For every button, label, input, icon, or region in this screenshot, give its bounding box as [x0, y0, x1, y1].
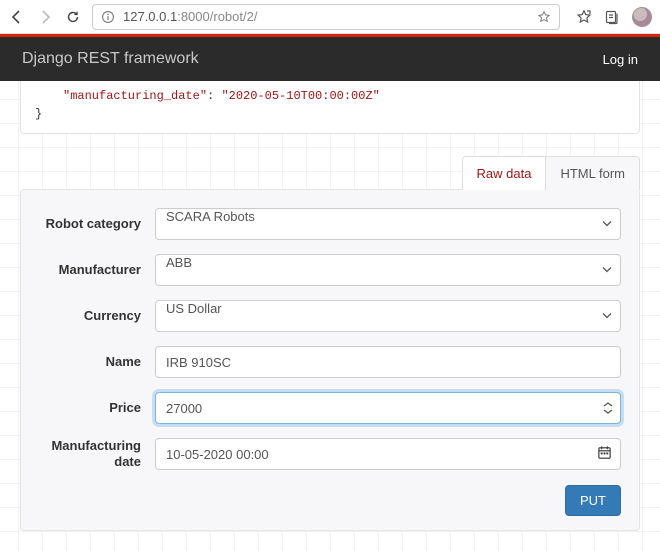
select-currency[interactable]: US Dollar: [155, 300, 621, 332]
profile-avatar[interactable]: [632, 7, 652, 27]
reload-button[interactable]: [64, 8, 82, 26]
response-json-panel: "manufacturing_date": "2020-05-10T00:00:…: [20, 81, 640, 134]
select-robot-category[interactable]: SCARA Robots: [155, 208, 621, 240]
browser-right-icons: [570, 7, 652, 27]
json-line: "manufacturing_date": "2020-05-10T00:00:…: [35, 87, 625, 105]
form-tabs: Raw data HTML form: [462, 156, 640, 190]
forward-button[interactable]: [36, 8, 54, 26]
tab-html-form[interactable]: HTML form: [545, 157, 639, 190]
input-manufacturing-date[interactable]: [155, 438, 621, 470]
address-bar[interactable]: 127.0.0.1:8000/robot/2/: [92, 4, 560, 30]
chevron-down-icon: [603, 408, 613, 415]
reload-icon: [65, 9, 81, 25]
login-link[interactable]: Log in: [603, 52, 638, 67]
drf-brand[interactable]: Django REST framework: [22, 50, 199, 68]
favorites-icon[interactable]: [576, 9, 592, 25]
number-stepper[interactable]: [603, 401, 613, 415]
tab-raw-data[interactable]: Raw data: [463, 157, 546, 190]
label-manufacturing-date: Manufacturing date: [39, 438, 155, 471]
arrow-right-icon: [37, 9, 53, 25]
collections-icon[interactable]: [604, 9, 620, 25]
input-name[interactable]: [155, 346, 621, 378]
label-manufacturer: Manufacturer: [39, 262, 155, 278]
browser-toolbar: 127.0.0.1:8000/robot/2/: [0, 0, 660, 34]
back-button[interactable]: [8, 8, 26, 26]
label-name: Name: [39, 354, 155, 370]
json-close-brace: }: [35, 105, 625, 123]
label-price: Price: [39, 400, 155, 416]
star-outline-icon[interactable]: [537, 10, 551, 24]
label-robot-category: Robot category: [39, 216, 155, 232]
put-button[interactable]: PUT: [565, 485, 621, 516]
chevron-up-icon: [603, 401, 613, 408]
select-manufacturer[interactable]: ABB: [155, 254, 621, 286]
calendar-icon[interactable]: [597, 445, 612, 463]
arrow-left-icon: [9, 9, 25, 25]
info-icon: [101, 10, 115, 24]
input-price[interactable]: [155, 392, 621, 424]
url-text: 127.0.0.1:8000/robot/2/: [123, 9, 257, 24]
drf-navbar: Django REST framework Log in: [0, 37, 660, 81]
html-form-panel: Robot category SCARA Robots Manufacturer…: [20, 189, 640, 531]
label-currency: Currency: [39, 308, 155, 324]
